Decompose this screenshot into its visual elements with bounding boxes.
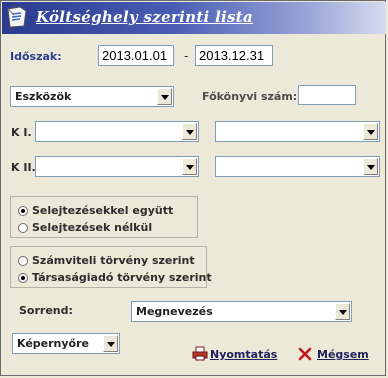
chevron-down-icon[interactable] [363, 123, 378, 140]
document-list-icon [7, 6, 27, 28]
k1-right-select[interactable] [215, 121, 380, 142]
period-label: Időszak: [10, 50, 62, 63]
radio-dot[interactable] [18, 256, 28, 266]
printer-icon [192, 346, 208, 361]
scrapping-group: Selejtezésekkel együtt Selejtezések nélk… [10, 196, 198, 238]
output-select[interactable]: Képernyőre [12, 333, 120, 354]
close-x-icon [298, 347, 312, 361]
ledger-input[interactable] [298, 85, 356, 105]
radio-dot[interactable] [18, 273, 28, 283]
period-to-input[interactable]: 2013.12.31 [195, 45, 273, 66]
chevron-down-icon[interactable] [157, 88, 172, 105]
order-select[interactable]: Megnevezés [131, 301, 352, 322]
k2-label: K II. [11, 161, 36, 174]
radio-dot[interactable] [18, 223, 28, 233]
ledger-label: Főkönyvi szám: [202, 90, 298, 103]
output-value: Képernyőre [17, 337, 89, 350]
chevron-down-icon[interactable] [335, 303, 350, 320]
radio-dot[interactable] [18, 206, 28, 216]
dialog-window: Költséghely szerinti lista Időszak: 2013… [0, 0, 386, 376]
chevron-down-icon[interactable] [182, 123, 197, 140]
period-from-input[interactable]: 2013.01.01 [98, 45, 174, 66]
k1-left-select[interactable] [35, 121, 199, 142]
order-label: Sorrend: [19, 304, 73, 317]
chevron-down-icon[interactable] [182, 158, 197, 175]
k1-label: K I. [11, 126, 32, 139]
law-group: Számviteli törvény szerint Társaságiadó … [10, 246, 212, 288]
asset-type-select[interactable]: Eszközök [10, 86, 174, 107]
order-value: Megnevezés [136, 305, 213, 318]
chevron-down-icon[interactable] [363, 158, 378, 175]
title-bar[interactable]: Költséghely szerinti lista [2, 2, 386, 34]
asset-type-value: Eszközök [15, 90, 72, 103]
k2-left-select[interactable] [35, 156, 199, 177]
window-title: Költséghely szerinti lista [36, 8, 254, 26]
k2-right-select[interactable] [215, 156, 380, 177]
period-separator: - [184, 49, 189, 63]
chevron-down-icon[interactable] [103, 335, 118, 352]
